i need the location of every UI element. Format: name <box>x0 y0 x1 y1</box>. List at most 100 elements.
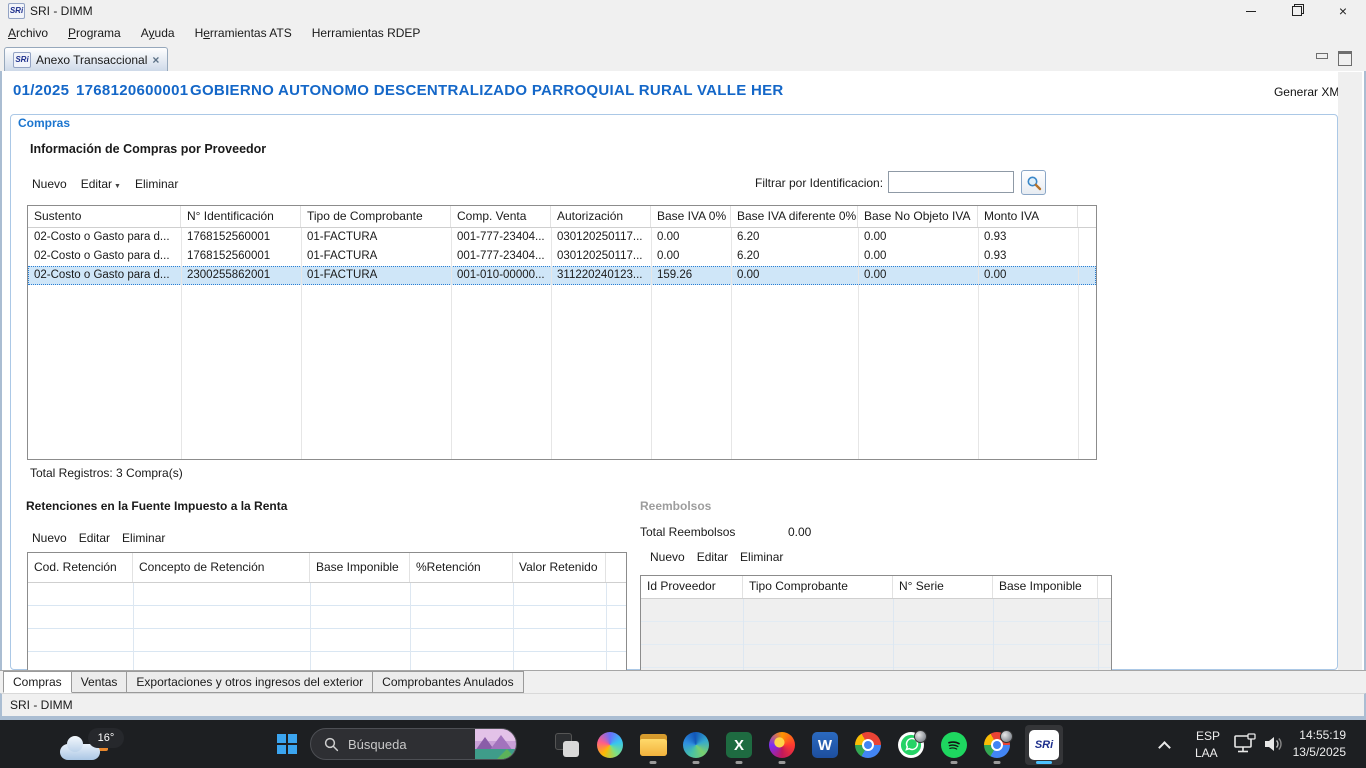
file-explorer-button[interactable] <box>638 725 668 765</box>
nuevo-button[interactable]: Nuevo <box>32 177 67 191</box>
main-content: 01/2025 1768120600001 GOBIERNO AUTONOMO … <box>0 71 1366 716</box>
ret-editar-button[interactable]: Editar <box>79 531 110 545</box>
clock-time[interactable]: 14:55:19 <box>1299 728 1346 742</box>
firefox-icon <box>769 732 795 758</box>
excel-icon: X <box>726 732 752 758</box>
ret-nuevo-button[interactable]: Nuevo <box>32 531 67 545</box>
column-header[interactable]: Valor Retenido <box>513 553 606 582</box>
firefox-button[interactable] <box>767 725 797 765</box>
menu-ayuda[interactable]: Ayuda <box>131 22 185 44</box>
word-button[interactable]: W <box>810 725 840 765</box>
menu-herramientas-ats[interactable]: Herramientas ATS <box>185 22 302 44</box>
sri-dimm-button[interactable]: SRi <box>1025 725 1063 765</box>
filter-label: Filtrar por Identificacion: <box>755 176 883 190</box>
column-separators <box>641 599 1111 670</box>
reembolsos-title: Reembolsos <box>640 499 711 513</box>
column-header[interactable]: %Retención <box>410 553 513 582</box>
reembolsos-toolbar: Nuevo Editar Eliminar <box>650 550 783 564</box>
edge-button[interactable] <box>681 725 711 765</box>
column-header[interactable]: N° Serie <box>893 576 993 598</box>
hidden-icons-chevron[interactable] <box>1160 741 1169 750</box>
tab-exportaciones[interactable]: Exportaciones y otros ingresos del exter… <box>127 671 373 693</box>
chrome-icon <box>855 732 881 758</box>
chrome-profile-button[interactable] <box>982 725 1012 765</box>
task-view-button[interactable] <box>552 725 582 765</box>
filter-input[interactable] <box>888 171 1014 193</box>
ruc-label: 1768120600001 <box>76 82 188 99</box>
spotify-button[interactable] <box>939 725 969 765</box>
input-layout[interactable]: LAA <box>1195 746 1218 760</box>
column-header[interactable]: Id Proveedor <box>641 576 743 598</box>
tab-close-icon[interactable]: × <box>152 53 159 67</box>
spotify-icon <box>941 732 967 758</box>
tab-compras[interactable]: Compras <box>3 671 72 693</box>
section-tabbar: Compras Ventas Exportaciones y otros ing… <box>0 670 1366 693</box>
minimize-view-icon[interactable] <box>1316 51 1330 63</box>
search-icon <box>1026 175 1042 191</box>
retenciones-toolbar: Nuevo Editar Eliminar <box>32 531 165 545</box>
total-reembolsos-label: Total Reembolsos <box>640 525 735 539</box>
column-header[interactable]: Base Imponible <box>310 553 410 582</box>
sri-icon: SRi <box>1029 730 1059 760</box>
filter-search-button[interactable] <box>1021 170 1046 195</box>
whatsapp-icon <box>898 732 924 758</box>
chrome-icon <box>984 732 1010 758</box>
start-button[interactable] <box>277 734 297 754</box>
reem-editar-button[interactable]: Editar <box>697 550 728 564</box>
column-header[interactable]: Monto IVA <box>978 206 1078 227</box>
clock-date[interactable]: 13/5/2025 <box>1293 745 1346 759</box>
period-label: 01/2025 <box>13 82 69 99</box>
chevron-down-icon: ▼ <box>114 183 121 190</box>
tab-label: Anexo Transaccional <box>36 53 147 67</box>
menu-herramientas-rdep[interactable]: Herramientas RDEP <box>302 22 431 44</box>
column-header[interactable]: Base Imponible <box>993 576 1098 598</box>
column-header[interactable]: Autorización <box>551 206 651 227</box>
column-header[interactable]: Comp. Venta <box>451 206 551 227</box>
column-header[interactable]: Base IVA 0% <box>651 206 731 227</box>
column-separators <box>28 228 1096 459</box>
speaker-icon[interactable] <box>1262 734 1284 754</box>
whatsapp-button[interactable] <box>896 725 926 765</box>
search-placeholder: Búsqueda <box>348 737 475 752</box>
taskbar-search[interactable]: Búsqueda <box>310 728 517 760</box>
weather-widget[interactable]: 16° <box>58 724 138 766</box>
tab-ventas[interactable]: Ventas <box>72 671 128 693</box>
column-header[interactable]: Base IVA diferente 0% <box>731 206 858 227</box>
network-icon[interactable] <box>1233 733 1257 755</box>
minimize-button[interactable] <box>1228 0 1274 22</box>
input-language[interactable]: ESP <box>1196 729 1220 743</box>
column-header[interactable]: Tipo Comprobante <box>743 576 893 598</box>
editar-dropdown[interactable]: Editar▼ <box>81 177 121 191</box>
notification-badge <box>914 730 927 743</box>
generar-xml-button[interactable]: Generar XML <box>1274 85 1346 99</box>
column-header[interactable]: Sustento <box>28 206 181 227</box>
column-header[interactable]: N° Identificación <box>181 206 301 227</box>
total-reembolsos-value: 0.00 <box>788 525 811 539</box>
tab-comprobantes-anulados[interactable]: Comprobantes Anulados <box>373 671 523 693</box>
reem-eliminar-button[interactable]: Eliminar <box>740 550 783 564</box>
statusbar-text: SRI - DIMM <box>10 698 73 712</box>
reem-nuevo-button[interactable]: Nuevo <box>650 550 685 564</box>
copilot-icon <box>597 732 623 758</box>
menu-archivo[interactable]: Archivo <box>0 22 58 44</box>
column-header[interactable]: Concepto de Retención <box>133 553 310 582</box>
ret-eliminar-button[interactable]: Eliminar <box>122 531 165 545</box>
excel-button[interactable]: X <box>724 725 754 765</box>
column-header[interactable]: Cod. Retención <box>28 553 133 582</box>
restore-button[interactable] <box>1274 0 1320 22</box>
close-button[interactable]: × <box>1320 0 1366 22</box>
column-header[interactable]: Base No Objeto IVA <box>858 206 978 227</box>
column-header[interactable]: Tipo de Comprobante <box>301 206 451 227</box>
eliminar-button[interactable]: Eliminar <box>135 177 178 191</box>
maximize-view-icon[interactable] <box>1338 51 1352 63</box>
tab-anexo-transaccional[interactable]: SRi Anexo Transaccional × <box>4 47 168 72</box>
retenciones-table-header: Cod. RetenciónConcepto de RetenciónBase … <box>28 553 626 583</box>
menu-programa[interactable]: Programa <box>58 22 131 44</box>
taskbar: 16° Búsqueda X W <box>0 720 1366 768</box>
total-registros: Total Registros: 3 Compra(s) <box>30 466 183 480</box>
chrome-button[interactable] <box>853 725 883 765</box>
task-view-icon <box>555 733 579 757</box>
compras-toolbar: Nuevo Editar▼ Eliminar <box>32 177 178 191</box>
copilot-button[interactable] <box>595 725 625 765</box>
vertical-scrollbar[interactable] <box>1338 72 1362 692</box>
